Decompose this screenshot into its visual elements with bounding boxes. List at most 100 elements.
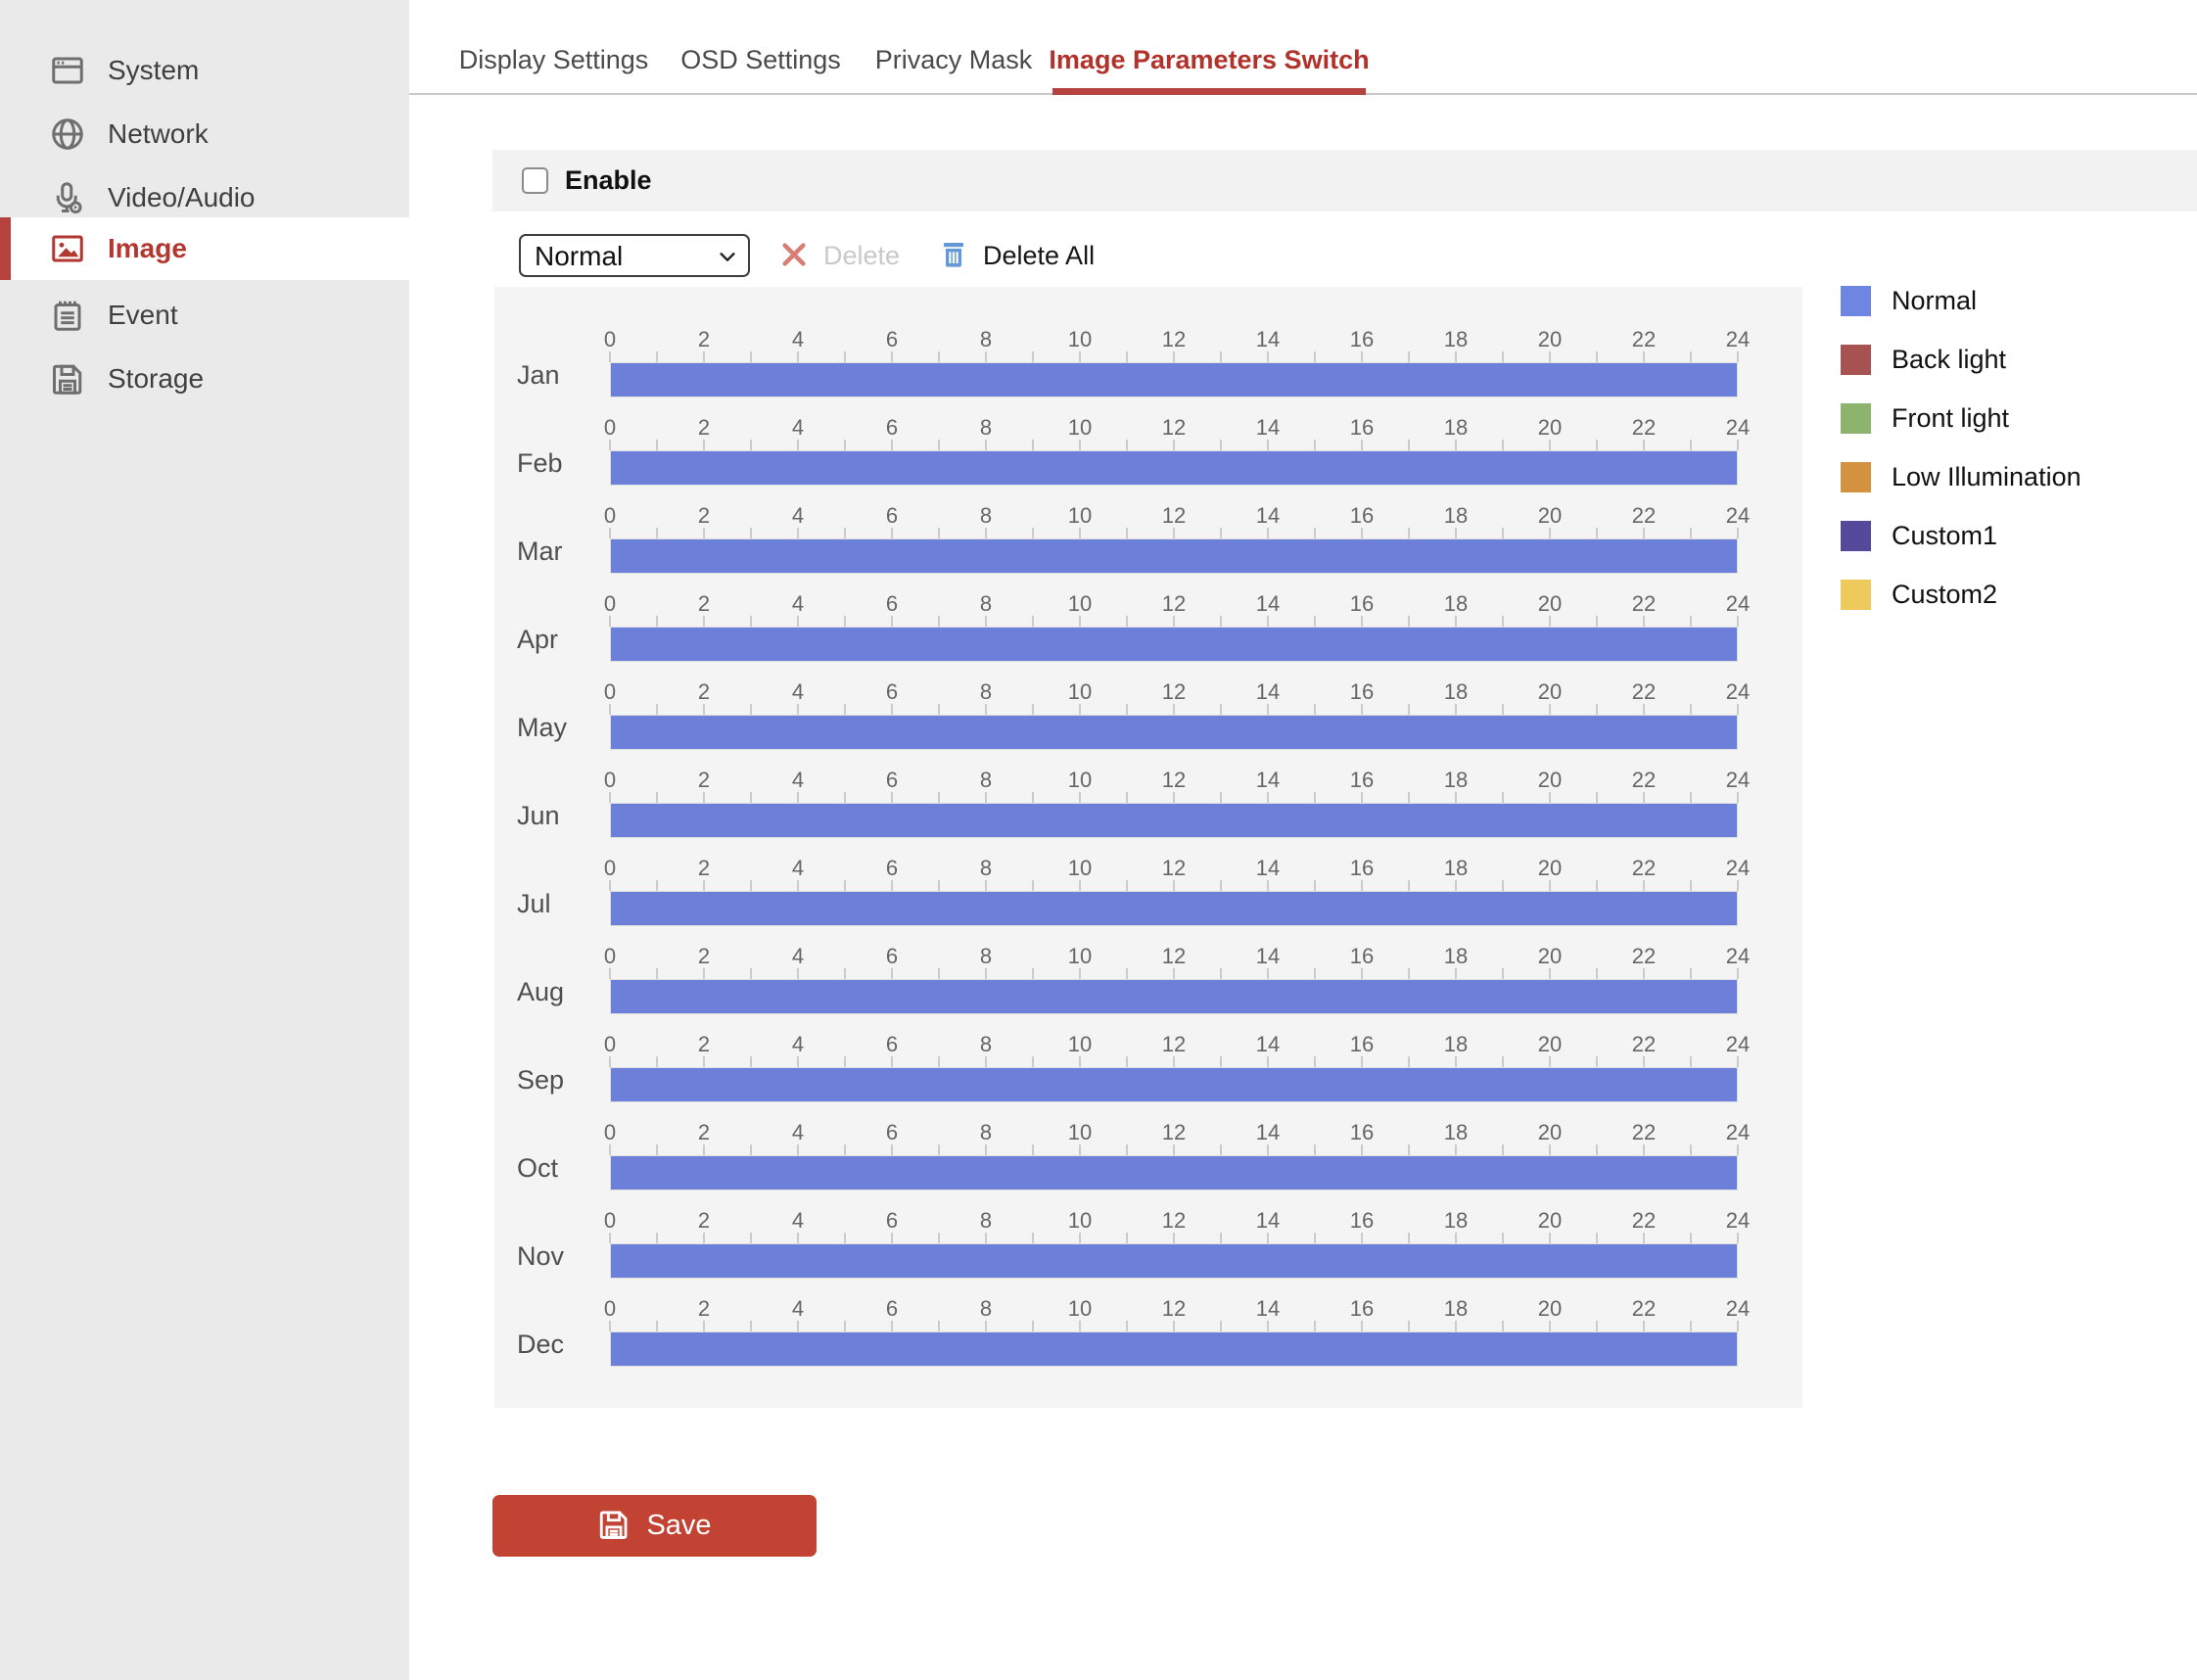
schedule-segment-normal[interactable] bbox=[611, 716, 1737, 749]
hour-tick-mark bbox=[1737, 1144, 1739, 1155]
hour-tick-mark bbox=[1549, 880, 1551, 891]
legend-label: Custom1 bbox=[1892, 521, 1997, 551]
schedule-segment-normal[interactable] bbox=[611, 1156, 1737, 1190]
save-label: Save bbox=[646, 1510, 711, 1542]
schedule-segment-normal[interactable] bbox=[611, 1332, 1737, 1366]
hour-tick-mark bbox=[609, 880, 611, 891]
hour-tick-mark bbox=[1596, 616, 1598, 627]
hour-tick-mark bbox=[1455, 880, 1457, 891]
hour-tick-mark bbox=[1643, 1144, 1645, 1155]
hour-tick-mark bbox=[1690, 1233, 1692, 1243]
month-label: May bbox=[517, 710, 603, 745]
hour-tick-mark bbox=[797, 351, 799, 362]
sidebar-item-network[interactable]: Network bbox=[0, 103, 409, 165]
hour-tick-label: 0 bbox=[581, 415, 639, 441]
schedule-track-jun[interactable] bbox=[610, 803, 1738, 838]
hour-tick-mark bbox=[1596, 968, 1598, 979]
schedule-row: May024681012141618202224 bbox=[494, 678, 1802, 767]
hour-tick-mark bbox=[1737, 440, 1739, 450]
schedule-segment-normal[interactable] bbox=[611, 628, 1737, 661]
hour-tick-mark bbox=[1455, 792, 1457, 803]
hour-tick-label: 2 bbox=[675, 1120, 733, 1145]
schedule-track-dec[interactable] bbox=[610, 1331, 1738, 1367]
hour-tick-mark bbox=[1126, 1233, 1128, 1243]
sidebar-item-label: Event bbox=[108, 300, 178, 331]
hour-tick-mark bbox=[1690, 792, 1692, 803]
hour-tick-label: 14 bbox=[1239, 503, 1297, 529]
hour-tick-mark bbox=[656, 704, 658, 715]
hour-tick-label: 0 bbox=[581, 1208, 639, 1234]
hour-tick-label: 18 bbox=[1426, 1208, 1485, 1234]
hour-tick-mark bbox=[1173, 1144, 1175, 1155]
hour-tick-mark bbox=[844, 351, 846, 362]
sidebar-item-storage[interactable]: Storage bbox=[0, 348, 409, 410]
hour-tick-mark bbox=[1643, 528, 1645, 538]
hour-tick-mark bbox=[1455, 616, 1457, 627]
hour-tick-mark bbox=[1690, 1144, 1692, 1155]
hour-tick-label: 22 bbox=[1614, 1120, 1673, 1145]
schedule-track-jul[interactable] bbox=[610, 891, 1738, 926]
schedule-track-feb[interactable] bbox=[610, 450, 1738, 486]
hour-tick-label: 2 bbox=[675, 1208, 733, 1234]
hour-tick-mark bbox=[985, 1321, 987, 1331]
schedule-track-mar[interactable] bbox=[610, 538, 1738, 574]
schedule-segment-normal[interactable] bbox=[611, 539, 1737, 573]
hour-tick-label: 10 bbox=[1051, 1120, 1109, 1145]
hour-tick-mark bbox=[609, 704, 611, 715]
enable-checkbox[interactable] bbox=[522, 167, 548, 194]
hour-tick-mark bbox=[1079, 616, 1081, 627]
schedule-track-jan[interactable] bbox=[610, 362, 1738, 397]
hour-tick-label: 20 bbox=[1520, 1296, 1579, 1322]
save-button[interactable]: Save bbox=[492, 1495, 817, 1557]
schedule-segment-normal[interactable] bbox=[611, 980, 1737, 1013]
hour-tick-label: 14 bbox=[1239, 768, 1297, 793]
tab-osd-settings[interactable]: OSD Settings bbox=[688, 27, 833, 93]
hour-tick-mark bbox=[750, 440, 752, 450]
schedule-track-may[interactable] bbox=[610, 715, 1738, 750]
schedule-segment-normal[interactable] bbox=[611, 363, 1737, 397]
hour-tick-mark bbox=[1455, 1144, 1457, 1155]
hour-tick-mark bbox=[1502, 968, 1504, 979]
schedule-segment-normal[interactable] bbox=[611, 451, 1737, 485]
hour-tick-label: 6 bbox=[863, 768, 921, 793]
hour-tick-label: 8 bbox=[957, 1296, 1015, 1322]
mode-select[interactable]: Normal bbox=[519, 234, 750, 277]
hour-tick-mark bbox=[1455, 968, 1457, 979]
schedule-segment-normal[interactable] bbox=[611, 804, 1737, 837]
hour-tick-mark bbox=[1079, 351, 1081, 362]
month-label: Sep bbox=[517, 1062, 603, 1097]
hour-tick-mark bbox=[797, 1056, 799, 1067]
schedule-track-apr[interactable] bbox=[610, 627, 1738, 662]
tab-display-settings[interactable]: Display Settings bbox=[468, 27, 639, 93]
tab-image-parameters-switch[interactable]: Image Parameters Switch bbox=[1052, 27, 1366, 93]
sidebar-item-image[interactable]: Image bbox=[0, 217, 420, 280]
hour-tick-mark bbox=[1737, 616, 1739, 627]
hour-tick-mark bbox=[1032, 440, 1034, 450]
schedule-track-aug[interactable] bbox=[610, 979, 1738, 1014]
schedule-track-nov[interactable] bbox=[610, 1243, 1738, 1279]
hour-tick-mark bbox=[1361, 1233, 1363, 1243]
hour-tick-mark bbox=[1361, 440, 1363, 450]
delete-all-button[interactable]: Delete All bbox=[938, 236, 1095, 275]
schedule-segment-normal[interactable] bbox=[611, 892, 1737, 925]
hour-tick-mark bbox=[703, 351, 705, 362]
hour-tick-label: 6 bbox=[863, 591, 921, 617]
schedule-segment-normal[interactable] bbox=[611, 1068, 1737, 1101]
hour-tick-label: 8 bbox=[957, 768, 1015, 793]
sidebar-item-system[interactable]: System bbox=[0, 39, 409, 102]
hour-tick-mark bbox=[1220, 1144, 1222, 1155]
schedule-row: Mar024681012141618202224 bbox=[494, 502, 1802, 590]
hour-tick-mark bbox=[1361, 1056, 1363, 1067]
sidebar-item-event[interactable]: Event bbox=[0, 284, 409, 347]
hour-tick-label: 14 bbox=[1239, 415, 1297, 441]
schedule-track-sep[interactable] bbox=[610, 1067, 1738, 1102]
schedule-track-oct[interactable] bbox=[610, 1155, 1738, 1190]
delete-button[interactable]: Delete bbox=[778, 236, 900, 275]
sidebar-item-label: System bbox=[108, 55, 199, 86]
hour-tick-label: 18 bbox=[1426, 1296, 1485, 1322]
schedule-segment-normal[interactable] bbox=[611, 1244, 1737, 1278]
hour-tick-mark bbox=[1737, 792, 1739, 803]
tab-privacy-mask[interactable]: Privacy Mask bbox=[882, 27, 1025, 93]
hour-tick-mark bbox=[1173, 1233, 1175, 1243]
hour-tick-mark bbox=[1502, 351, 1504, 362]
